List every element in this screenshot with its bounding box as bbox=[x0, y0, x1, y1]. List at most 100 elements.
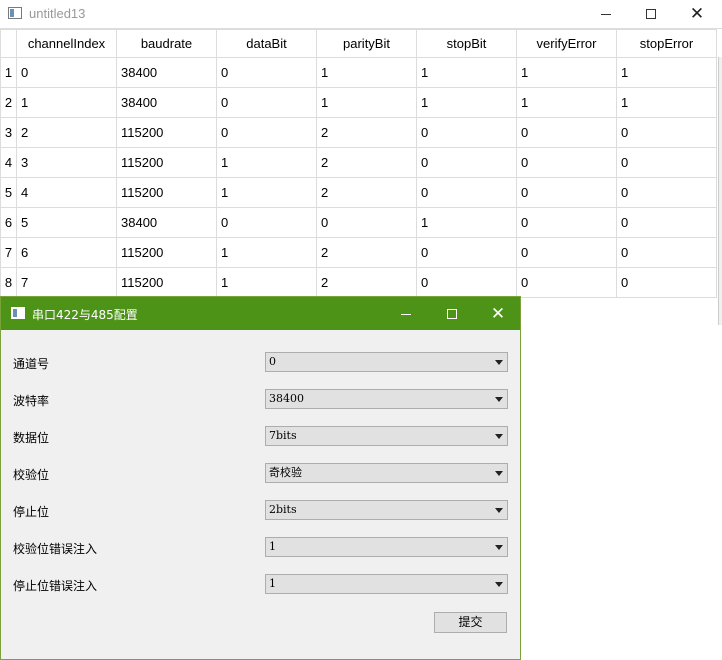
row-header[interactable]: 3 bbox=[0, 117, 17, 148]
data-table-view[interactable]: channelIndex baudrate dataBit parityBit … bbox=[0, 28, 722, 325]
row-header[interactable]: 1 bbox=[0, 57, 17, 88]
table-row[interactable]: 8 7 115200 1 2 0 0 0 bbox=[0, 267, 717, 298]
table-cell[interactable]: 115200 bbox=[116, 147, 217, 178]
table-cell[interactable]: 2 bbox=[316, 177, 417, 208]
table-row[interactable]: 4 3 115200 1 2 0 0 0 bbox=[0, 147, 717, 178]
table-cell[interactable]: 0 bbox=[416, 237, 517, 268]
table-cell[interactable]: 4 bbox=[16, 177, 117, 208]
baudrate-select[interactable]: 38400 bbox=[265, 389, 508, 409]
table-cell[interactable]: 2 bbox=[316, 237, 417, 268]
databit-select[interactable]: 7bits bbox=[265, 426, 508, 446]
channel-select[interactable]: 0 bbox=[265, 352, 508, 372]
table-cell[interactable]: 1 bbox=[516, 57, 617, 88]
table-cell[interactable]: 0 bbox=[616, 237, 717, 268]
table-cell[interactable]: 1 bbox=[516, 87, 617, 118]
minimize-icon bbox=[401, 313, 411, 315]
parity-select[interactable]: 奇校验 bbox=[265, 463, 508, 483]
table-cell[interactable]: 0 bbox=[416, 147, 517, 178]
dialog-minimize-button[interactable] bbox=[383, 299, 429, 329]
column-header[interactable]: dataBit bbox=[216, 29, 317, 58]
table-cell[interactable]: 115200 bbox=[116, 237, 217, 268]
row-header[interactable]: 2 bbox=[0, 87, 17, 118]
column-header[interactable]: stopError bbox=[616, 29, 717, 58]
table-cell[interactable]: 1 bbox=[416, 57, 517, 88]
table-cell[interactable]: 1 bbox=[316, 57, 417, 88]
dialog-window-icon bbox=[11, 307, 25, 319]
column-header[interactable]: parityBit bbox=[316, 29, 417, 58]
close-icon: ✕ bbox=[689, 3, 705, 24]
table-cell[interactable]: 0 bbox=[516, 237, 617, 268]
table-cell[interactable]: 0 bbox=[616, 147, 717, 178]
row-header[interactable]: 8 bbox=[0, 267, 17, 298]
table-cell[interactable]: 5 bbox=[16, 207, 117, 238]
table-cell[interactable]: 0 bbox=[416, 117, 517, 148]
minimize-button[interactable] bbox=[583, 0, 629, 28]
main-window-title: untitled13 bbox=[29, 6, 86, 21]
table-cell[interactable]: 0 bbox=[416, 267, 517, 298]
stopbit-select[interactable]: 2bits bbox=[265, 500, 508, 520]
table-cell[interactable]: 7 bbox=[16, 267, 117, 298]
table-cell[interactable]: 0 bbox=[16, 57, 117, 88]
column-header[interactable]: channelIndex bbox=[16, 29, 117, 58]
table-cell[interactable]: 0 bbox=[216, 87, 317, 118]
table-cell[interactable]: 0 bbox=[216, 207, 317, 238]
table-cell[interactable]: 0 bbox=[616, 117, 717, 148]
table-cell[interactable]: 6 bbox=[16, 237, 117, 268]
table-cell[interactable]: 2 bbox=[16, 117, 117, 148]
table-cell[interactable]: 1 bbox=[16, 87, 117, 118]
dialog-maximize-button[interactable] bbox=[429, 299, 475, 329]
table-cell[interactable]: 1 bbox=[216, 237, 317, 268]
row-header[interactable]: 5 bbox=[0, 177, 17, 208]
table-cell[interactable]: 0 bbox=[316, 207, 417, 238]
table-cell[interactable]: 1 bbox=[416, 87, 517, 118]
table-row[interactable]: 1 0 38400 0 1 1 1 1 bbox=[0, 57, 717, 88]
table-cell[interactable]: 0 bbox=[516, 117, 617, 148]
table-cell[interactable]: 0 bbox=[516, 267, 617, 298]
table-cell[interactable]: 0 bbox=[216, 57, 317, 88]
table-cell[interactable]: 1 bbox=[616, 87, 717, 118]
table-cell[interactable]: 115200 bbox=[116, 177, 217, 208]
corner-header[interactable] bbox=[0, 29, 17, 58]
table-cell[interactable]: 1 bbox=[316, 87, 417, 118]
close-button[interactable]: ✕ bbox=[674, 0, 720, 28]
table-cell[interactable]: 2 bbox=[316, 117, 417, 148]
table-cell[interactable]: 1 bbox=[216, 147, 317, 178]
column-header[interactable]: stopBit bbox=[416, 29, 517, 58]
table-cell[interactable]: 115200 bbox=[116, 267, 217, 298]
table-cell[interactable]: 0 bbox=[416, 177, 517, 208]
table-cell[interactable]: 1 bbox=[216, 267, 317, 298]
table-row[interactable]: 6 5 38400 0 0 1 0 0 bbox=[0, 207, 717, 238]
table-cell[interactable]: 0 bbox=[516, 147, 617, 178]
row-header[interactable]: 6 bbox=[0, 207, 17, 238]
table-cell[interactable]: 1 bbox=[416, 207, 517, 238]
table-cell[interactable]: 0 bbox=[216, 117, 317, 148]
table-cell[interactable]: 2 bbox=[316, 147, 417, 178]
table-row[interactable]: 2 1 38400 0 1 1 1 1 bbox=[0, 87, 717, 118]
table-cell[interactable]: 1 bbox=[616, 57, 717, 88]
table-cell[interactable]: 3 bbox=[16, 147, 117, 178]
table-cell[interactable]: 0 bbox=[616, 207, 717, 238]
table-row[interactable]: 5 4 115200 1 2 0 0 0 bbox=[0, 177, 717, 208]
table-cell[interactable]: 115200 bbox=[116, 117, 217, 148]
table-row[interactable]: 3 2 115200 0 2 0 0 0 bbox=[0, 117, 717, 148]
table-cell[interactable]: 2 bbox=[316, 267, 417, 298]
dialog-close-button[interactable]: ✕ bbox=[475, 299, 521, 329]
table-cell[interactable]: 38400 bbox=[116, 207, 217, 238]
parity-error-select[interactable]: 1 bbox=[265, 537, 508, 557]
column-header[interactable]: baudrate bbox=[116, 29, 217, 58]
table-cell[interactable]: 0 bbox=[516, 207, 617, 238]
row-header[interactable]: 4 bbox=[0, 147, 17, 178]
table-cell[interactable]: 0 bbox=[516, 177, 617, 208]
row-header[interactable]: 7 bbox=[0, 237, 17, 268]
stop-error-select[interactable]: 1 bbox=[265, 574, 508, 594]
maximize-button[interactable] bbox=[628, 0, 674, 28]
table-cell[interactable]: 38400 bbox=[116, 87, 217, 118]
table-cell[interactable]: 38400 bbox=[116, 57, 217, 88]
vertical-scrollbar[interactable] bbox=[718, 57, 722, 325]
column-header[interactable]: verifyError bbox=[516, 29, 617, 58]
table-row[interactable]: 7 6 115200 1 2 0 0 0 bbox=[0, 237, 717, 268]
table-cell[interactable]: 0 bbox=[616, 267, 717, 298]
submit-button[interactable]: 提交 bbox=[434, 612, 507, 633]
table-cell[interactable]: 1 bbox=[216, 177, 317, 208]
table-cell[interactable]: 0 bbox=[616, 177, 717, 208]
